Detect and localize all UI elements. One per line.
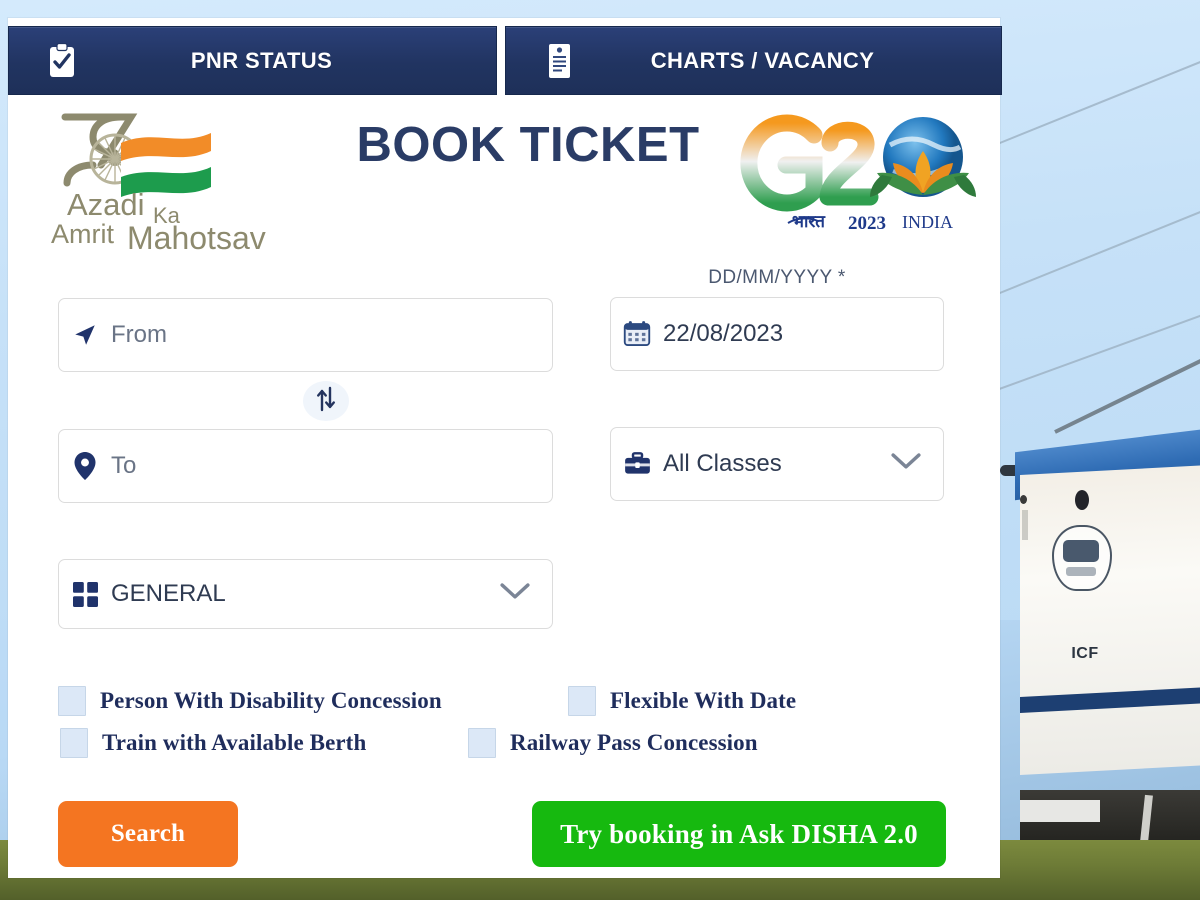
grid-squares-icon: [59, 581, 111, 607]
brand-row: Azadi Ka Amrit Mahotsav BOOK TICKET भारत…: [8, 95, 1000, 260]
swap-stations-button[interactable]: [303, 381, 349, 421]
briefcase-icon: [611, 452, 663, 476]
coach-body: [1020, 465, 1200, 775]
svg-text:भारत: भारत: [792, 212, 826, 231]
page-title: BOOK TICKET: [356, 118, 700, 172]
checkbox-row: Person With Disability Concession Flexib…: [58, 686, 938, 724]
journey-date-value: 22/08/2023: [663, 320, 784, 347]
tab-charts-vacancy[interactable]: CHARTS / VACANCY: [505, 26, 1002, 95]
chevron-down-icon[interactable]: [891, 452, 921, 477]
coach-marking-strip: [1022, 510, 1028, 540]
checkbox-box[interactable]: [568, 686, 596, 716]
irctc-booking-screen: ICF PNR STATUS CHARTS / VACANCY Azadi Ka…: [0, 0, 1200, 900]
from-station-placeholder: From: [111, 321, 167, 348]
checkbox-train-available-berth[interactable]: Train with Available Berth: [60, 728, 366, 758]
location-pin-icon: [59, 452, 111, 480]
azadi-ka-amrit-mahotsav-logo: Azadi Ka Amrit Mahotsav: [43, 103, 313, 253]
top-tab-bar: PNR STATUS CHARTS / VACANCY: [8, 26, 1002, 95]
checkbox-label: Person With Disability Concession: [100, 688, 442, 713]
coach-fitting: [1075, 490, 1089, 510]
coach-fitting: [1020, 495, 1027, 504]
svg-text:Amrit: Amrit: [51, 219, 114, 249]
quota-select[interactable]: GENERAL: [58, 559, 553, 629]
tab-pnr-status[interactable]: PNR STATUS: [8, 26, 497, 95]
to-station-placeholder: To: [111, 452, 137, 479]
checkbox-label: Railway Pass Concession: [510, 730, 758, 755]
svg-text:2023: 2023: [848, 213, 886, 234]
options-checkbox-group: Person With Disability Concession Flexib…: [58, 686, 938, 766]
g20-logo: भारत 2023 INDIA: [730, 105, 990, 245]
svg-text:INDIA: INDIA: [902, 212, 953, 232]
checkbox-label: Train with Available Berth: [102, 730, 367, 755]
checkbox-box[interactable]: [468, 728, 496, 758]
svg-text:Azadi: Azadi: [67, 187, 145, 222]
checkbox-label: Flexible With Date: [610, 688, 797, 713]
to-station-input[interactable]: To: [58, 429, 553, 503]
checkbox-flexible-with-date[interactable]: Flexible With Date: [568, 686, 796, 716]
clipboard-check-icon: [35, 42, 89, 79]
travel-class-value: All Classes: [663, 450, 782, 477]
icf-emblem-icon: [1052, 525, 1112, 591]
search-button[interactable]: Search: [58, 801, 238, 867]
journey-date-input[interactable]: 22/08/2023: [610, 297, 944, 371]
tab-pnr-status-label: PNR STATUS: [190, 47, 333, 73]
quota-value: GENERAL: [111, 580, 226, 607]
checkbox-box[interactable]: [60, 728, 88, 758]
checkbox-disability-concession[interactable]: Person With Disability Concession: [58, 686, 442, 716]
chevron-down-icon[interactable]: [500, 582, 530, 607]
checkbox-box[interactable]: [58, 686, 86, 716]
travel-class-select[interactable]: All Classes: [610, 427, 944, 501]
chart-list-icon: [532, 42, 586, 80]
calendar-icon: [611, 320, 663, 348]
navigation-arrow-icon: [59, 322, 111, 348]
tab-charts-vacancy-label: CHARTS / VACANCY: [650, 47, 875, 73]
swap-vertical-icon: [315, 386, 337, 417]
from-station-input[interactable]: From: [58, 298, 553, 372]
coach-step: [1020, 800, 1100, 822]
checkbox-row: Train with Available Berth Railway Pass …: [58, 728, 938, 766]
checkbox-railway-pass-concession[interactable]: Railway Pass Concession: [468, 728, 758, 758]
coach-marking-text: ICF: [1071, 645, 1099, 662]
ask-disha-button[interactable]: Try booking in Ask DISHA 2.0: [532, 801, 946, 867]
date-format-label: DD/MM/YYYY *: [708, 267, 846, 288]
svg-text:Mahotsav: Mahotsav: [127, 220, 266, 253]
